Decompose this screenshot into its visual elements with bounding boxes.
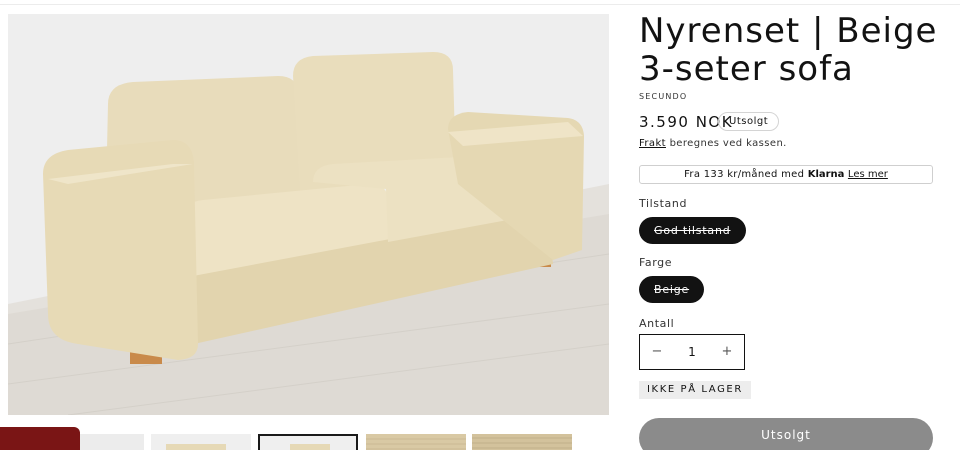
gallery-thumbnail[interactable] — [366, 434, 466, 450]
klarna-banner: Fra 133 kr/måned med Klarna Les mer — [639, 165, 933, 184]
quantity-input[interactable]: 1 — [674, 335, 710, 369]
quantity-decrease-button[interactable]: − — [640, 335, 674, 369]
stock-status-badge: IKKE PÅ LAGER — [639, 381, 751, 399]
sold-out-badge: Utsolgt — [718, 112, 780, 131]
shipping-text: beregnes ved kassen. — [665, 138, 787, 149]
shipping-note: Frakt beregnes ved kassen. — [639, 138, 787, 149]
quantity-label: Antall — [639, 317, 675, 330]
product-vendor: SECUNDO — [639, 92, 688, 101]
klarna-logo: Klarna — [807, 169, 845, 180]
condition-label: Tilstand — [639, 197, 688, 210]
shipping-link[interactable]: Frakt — [639, 138, 666, 149]
product-main-image[interactable] — [8, 14, 609, 415]
color-label: Farge — [639, 256, 673, 269]
gallery-thumbnail[interactable] — [80, 434, 144, 450]
gallery-thumbnail-active[interactable] — [258, 434, 358, 450]
gallery-thumbnail[interactable] — [151, 434, 251, 450]
klarna-read-more-link[interactable]: Les mer — [848, 169, 888, 180]
header-divider — [0, 4, 960, 5]
klarna-text: Fra 133 kr/måned med — [684, 169, 808, 180]
condition-option-pill[interactable]: God tilstand — [639, 217, 746, 244]
product-title: Nyrenset | Beige 3-seter sofa — [639, 11, 938, 89]
gallery-thumbnail[interactable] — [472, 434, 572, 450]
color-option-pill[interactable]: Beige — [639, 276, 705, 303]
quantity-increase-button[interactable]: + — [710, 335, 744, 369]
sold-out-button[interactable]: Utsolgt — [639, 418, 933, 450]
quantity-stepper: − 1 + — [639, 334, 745, 370]
promo-tab[interactable] — [0, 427, 80, 450]
